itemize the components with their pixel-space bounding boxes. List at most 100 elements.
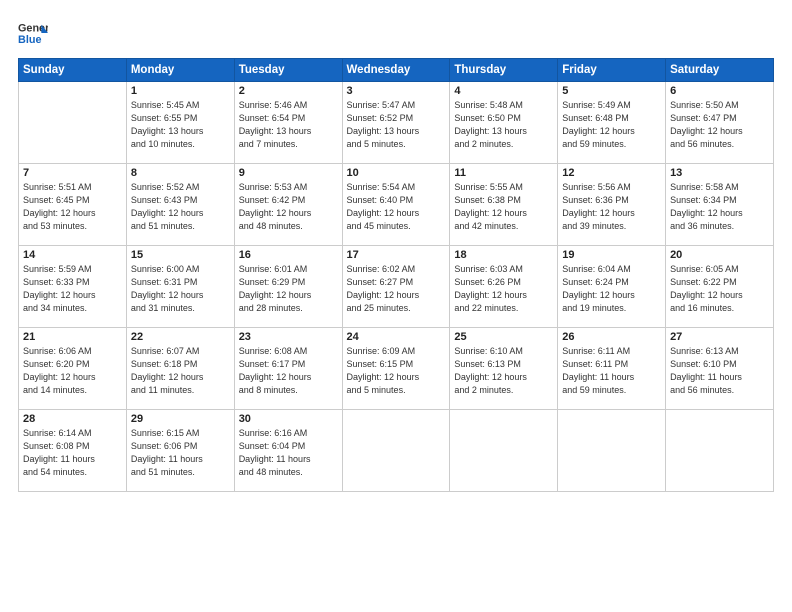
day-number: 29 <box>131 413 230 425</box>
day-info: Sunrise: 6:09 AM Sunset: 6:15 PM Dayligh… <box>347 345 446 397</box>
day-number: 5 <box>562 85 661 97</box>
day-info: Sunrise: 6:00 AM Sunset: 6:31 PM Dayligh… <box>131 263 230 315</box>
day-info: Sunrise: 5:54 AM Sunset: 6:40 PM Dayligh… <box>347 181 446 233</box>
day-cell-9: 9 Sunrise: 5:53 AM Sunset: 6:42 PM Daylig… <box>234 164 342 246</box>
day-cell-20: 20 Sunrise: 6:05 AM Sunset: 6:22 PM Dayli… <box>666 246 774 328</box>
day-info: Sunrise: 5:45 AM Sunset: 6:55 PM Dayligh… <box>131 99 230 151</box>
day-cell-6: 6 Sunrise: 5:50 AM Sunset: 6:47 PM Daylig… <box>666 82 774 164</box>
weekday-header-monday: Monday <box>126 59 234 82</box>
day-cell-5: 5 Sunrise: 5:49 AM Sunset: 6:48 PM Daylig… <box>558 82 666 164</box>
weekday-header-wednesday: Wednesday <box>342 59 450 82</box>
day-info: Sunrise: 6:07 AM Sunset: 6:18 PM Dayligh… <box>131 345 230 397</box>
day-number: 10 <box>347 167 446 179</box>
day-cell-4: 4Sunrise: 5:48 AM Sunset: 6:50 PM Daylig… <box>450 82 558 164</box>
day-info: Sunrise: 5:56 AM Sunset: 6:36 PM Dayligh… <box>562 181 661 233</box>
empty-cell <box>558 410 666 492</box>
weekday-header-saturday: Saturday <box>666 59 774 82</box>
day-number: 6 <box>670 85 769 97</box>
day-cell-26: 26 Sunrise: 6:11 AM Sunset: 6:11 PM Dayli… <box>558 328 666 410</box>
day-info: Sunrise: 6:02 AM Sunset: 6:27 PM Dayligh… <box>347 263 446 315</box>
day-cell-29: 29 Sunrise: 6:15 AM Sunset: 6:06 PM Dayli… <box>126 410 234 492</box>
day-info: Sunrise: 6:04 AM Sunset: 6:24 PM Dayligh… <box>562 263 661 315</box>
weekday-header-sunday: Sunday <box>19 59 127 82</box>
day-info: Sunrise: 5:49 AM Sunset: 6:48 PM Dayligh… <box>562 99 661 151</box>
day-info: Sunrise: 6:06 AM Sunset: 6:20 PM Dayligh… <box>23 345 122 397</box>
day-info: Sunrise: 5:59 AM Sunset: 6:33 PM Dayligh… <box>23 263 122 315</box>
day-info: Sunrise: 6:16 AM Sunset: 6:04 PM Dayligh… <box>239 427 338 479</box>
day-info: Sunrise: 6:10 AM Sunset: 6:13 PM Dayligh… <box>454 345 553 397</box>
day-cell-10: 10 Sunrise: 5:54 AM Sunset: 6:40 PM Dayli… <box>342 164 450 246</box>
weekday-header-tuesday: Tuesday <box>234 59 342 82</box>
day-cell-3: 3Sunrise: 5:47 AM Sunset: 6:52 PM Daylig… <box>342 82 450 164</box>
day-info: Sunrise: 6:01 AM Sunset: 6:29 PM Dayligh… <box>239 263 338 315</box>
calendar-page: General Blue SundayMondayTuesdayWednesda… <box>0 0 792 612</box>
day-info: Sunrise: 6:13 AM Sunset: 6:10 PM Dayligh… <box>670 345 769 397</box>
day-cell-16: 16Sunrise: 6:01 AM Sunset: 6:29 PM Dayli… <box>234 246 342 328</box>
logo: General Blue <box>18 18 48 48</box>
day-cell-23: 23 Sunrise: 6:08 AM Sunset: 6:17 PM Dayli… <box>234 328 342 410</box>
weekday-header-friday: Friday <box>558 59 666 82</box>
weekday-header-row: SundayMondayTuesdayWednesdayThursdayFrid… <box>19 59 774 82</box>
day-number: 22 <box>131 331 230 343</box>
day-number: 11 <box>454 167 553 179</box>
day-info: Sunrise: 6:05 AM Sunset: 6:22 PM Dayligh… <box>670 263 769 315</box>
day-cell-12: 12 Sunrise: 5:56 AM Sunset: 6:36 PM Dayli… <box>558 164 666 246</box>
day-info: Sunrise: 6:03 AM Sunset: 6:26 PM Dayligh… <box>454 263 553 315</box>
day-cell-22: 22 Sunrise: 6:07 AM Sunset: 6:18 PM Dayli… <box>126 328 234 410</box>
day-info: Sunrise: 5:55 AM Sunset: 6:38 PM Dayligh… <box>454 181 553 233</box>
day-info: Sunrise: 5:52 AM Sunset: 6:43 PM Dayligh… <box>131 181 230 233</box>
day-number: 7 <box>23 167 122 179</box>
day-cell-28: 28 Sunrise: 6:14 AM Sunset: 6:08 PM Dayli… <box>19 410 127 492</box>
day-number: 28 <box>23 413 122 425</box>
day-info: Sunrise: 5:53 AM Sunset: 6:42 PM Dayligh… <box>239 181 338 233</box>
day-number: 14 <box>23 249 122 261</box>
week-row-4: 21 Sunrise: 6:06 AM Sunset: 6:20 PM Dayli… <box>19 328 774 410</box>
day-cell-7: 7 Sunrise: 5:51 AM Sunset: 6:45 PM Daylig… <box>19 164 127 246</box>
day-number: 23 <box>239 331 338 343</box>
day-number: 26 <box>562 331 661 343</box>
day-cell-2: 2 Sunrise: 5:46 AM Sunset: 6:54 PM Daylig… <box>234 82 342 164</box>
calendar-table: SundayMondayTuesdayWednesdayThursdayFrid… <box>18 58 774 492</box>
day-info: Sunrise: 5:51 AM Sunset: 6:45 PM Dayligh… <box>23 181 122 233</box>
page-header: General Blue <box>18 18 774 48</box>
day-number: 20 <box>670 249 769 261</box>
day-info: Sunrise: 5:50 AM Sunset: 6:47 PM Dayligh… <box>670 99 769 151</box>
day-number: 24 <box>347 331 446 343</box>
day-number: 9 <box>239 167 338 179</box>
day-cell-1: 1Sunrise: 5:45 AM Sunset: 6:55 PM Daylig… <box>126 82 234 164</box>
empty-cell <box>666 410 774 492</box>
day-info: Sunrise: 5:58 AM Sunset: 6:34 PM Dayligh… <box>670 181 769 233</box>
day-number: 17 <box>347 249 446 261</box>
day-cell-14: 14 Sunrise: 5:59 AM Sunset: 6:33 PM Dayli… <box>19 246 127 328</box>
day-info: Sunrise: 6:14 AM Sunset: 6:08 PM Dayligh… <box>23 427 122 479</box>
day-number: 15 <box>131 249 230 261</box>
day-number: 18 <box>454 249 553 261</box>
svg-text:Blue: Blue <box>18 34 41 46</box>
day-info: Sunrise: 5:48 AM Sunset: 6:50 PM Dayligh… <box>454 99 553 151</box>
day-cell-27: 27Sunrise: 6:13 AM Sunset: 6:10 PM Dayli… <box>666 328 774 410</box>
day-number: 25 <box>454 331 553 343</box>
day-cell-18: 18 Sunrise: 6:03 AM Sunset: 6:26 PM Dayli… <box>450 246 558 328</box>
day-cell-24: 24 Sunrise: 6:09 AM Sunset: 6:15 PM Dayli… <box>342 328 450 410</box>
weekday-header-thursday: Thursday <box>450 59 558 82</box>
week-row-3: 14 Sunrise: 5:59 AM Sunset: 6:33 PM Dayli… <box>19 246 774 328</box>
day-info: Sunrise: 6:08 AM Sunset: 6:17 PM Dayligh… <box>239 345 338 397</box>
day-number: 21 <box>23 331 122 343</box>
day-number: 13 <box>670 167 769 179</box>
day-info: Sunrise: 6:11 AM Sunset: 6:11 PM Dayligh… <box>562 345 661 397</box>
day-info: Sunrise: 6:15 AM Sunset: 6:06 PM Dayligh… <box>131 427 230 479</box>
week-row-1: 1Sunrise: 5:45 AM Sunset: 6:55 PM Daylig… <box>19 82 774 164</box>
day-cell-17: 17 Sunrise: 6:02 AM Sunset: 6:27 PM Dayli… <box>342 246 450 328</box>
day-cell-13: 13 Sunrise: 5:58 AM Sunset: 6:34 PM Dayli… <box>666 164 774 246</box>
day-cell-25: 25 Sunrise: 6:10 AM Sunset: 6:13 PM Dayli… <box>450 328 558 410</box>
day-info: Sunrise: 5:47 AM Sunset: 6:52 PM Dayligh… <box>347 99 446 151</box>
day-info: Sunrise: 5:46 AM Sunset: 6:54 PM Dayligh… <box>239 99 338 151</box>
day-cell-19: 19Sunrise: 6:04 AM Sunset: 6:24 PM Dayli… <box>558 246 666 328</box>
day-number: 8 <box>131 167 230 179</box>
day-cell-8: 8 Sunrise: 5:52 AM Sunset: 6:43 PM Daylig… <box>126 164 234 246</box>
day-cell-21: 21 Sunrise: 6:06 AM Sunset: 6:20 PM Dayli… <box>19 328 127 410</box>
day-number: 2 <box>239 85 338 97</box>
week-row-2: 7 Sunrise: 5:51 AM Sunset: 6:45 PM Daylig… <box>19 164 774 246</box>
day-number: 12 <box>562 167 661 179</box>
logo-icon: General Blue <box>18 18 48 48</box>
